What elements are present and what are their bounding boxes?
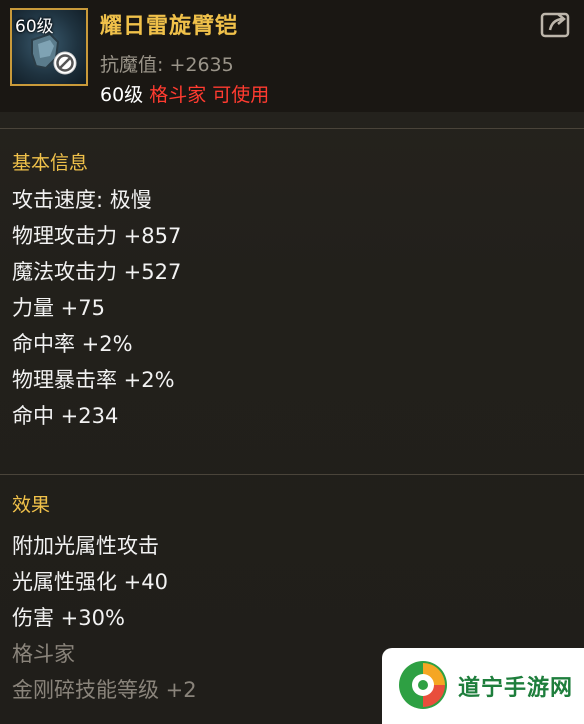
item-tooltip: 60级 耀日雷旋臂铠 抗魔值: +2635 60级 格斗家 可使用 基本信息 攻… [0,0,584,724]
magic-resist-label: 抗魔值: [100,54,164,76]
effect-skill-level: 金刚碎技能等级 +2 [12,678,197,702]
stat-strength: 力量 +75 [12,296,105,320]
stat-hit: 命中 +234 [12,404,119,428]
stat-magic-attack: 魔法攻击力 +527 [12,260,182,284]
site-logo-icon [399,661,447,709]
effect-light-attack: 附加光属性攻击 [12,534,159,558]
item-header: 60级 耀日雷旋臂铠 抗魔值: +2635 60级 格斗家 可使用 [0,0,584,112]
stat-physical-crit: 物理暴击率 +2% [12,368,175,392]
effect-class-name: 格斗家 [12,642,75,666]
ban-icon [53,51,77,75]
usage-requirement: 60级 格斗家 可使用 [100,80,269,107]
magic-resist: 抗魔值: +2635 [100,50,234,77]
usable-status: 可使用 [212,84,270,106]
item-name: 耀日雷旋臂铠 [100,14,239,39]
basic-info-title: 基本信息 [12,152,89,174]
item-level-tag: 60级 [15,17,54,37]
effect-title: 效果 [12,494,51,516]
item-icon[interactable]: 60级 [10,8,88,86]
divider [0,474,584,475]
required-level: 60级 [100,84,144,106]
magic-resist-value: +2635 [169,54,234,76]
stat-attack-speed: 攻击速度: 极慢 [12,188,152,212]
site-watermark: 道宁手游网 [382,648,584,724]
divider [0,128,584,129]
effect-damage: 伤害 +30% [12,606,125,630]
stat-hit-rate: 命中率 +2% [12,332,133,356]
required-class: 格斗家 [149,84,207,106]
site-name: 道宁手游网 [458,676,574,701]
effect-light-enhance: 光属性强化 +40 [12,570,168,594]
share-icon[interactable] [540,10,572,38]
stat-physical-attack: 物理攻击力 +857 [12,224,182,248]
